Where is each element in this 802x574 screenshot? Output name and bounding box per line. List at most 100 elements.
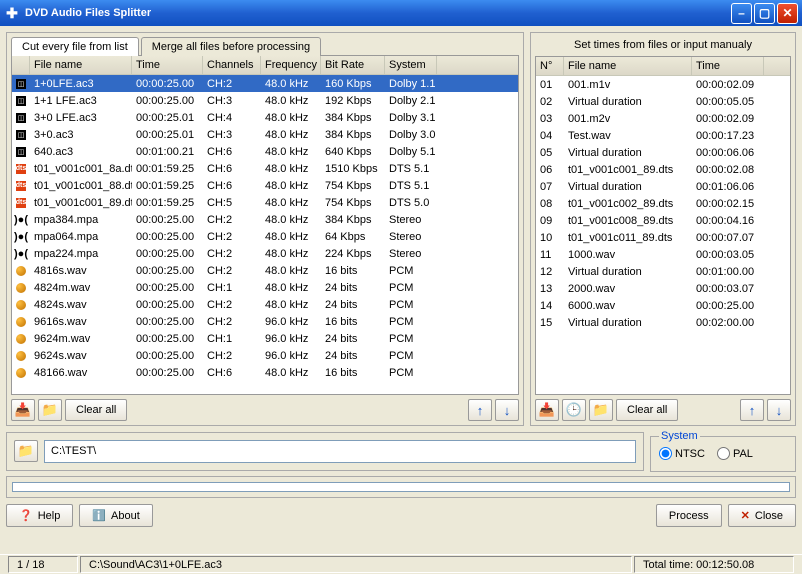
file-row[interactable]: dtst01_v001c001_88.dts00:01:59.25CH:648.…: [12, 177, 518, 194]
wav-icon: [16, 317, 26, 327]
cell-rtime: 00:00:02.09: [692, 78, 764, 92]
move-up-right-button[interactable]: ↑: [740, 399, 764, 421]
output-path-input[interactable]: [44, 440, 636, 463]
cell-filename: t01_v001c001_89.dts: [30, 196, 132, 210]
file-row[interactable]: 4816s.wav00:00:25.00CH:248.0 kHz16 bitsP…: [12, 262, 518, 279]
cell-rtime: 00:00:02.15: [692, 197, 764, 211]
file-row[interactable]: 4824s.wav00:00:25.00CH:248.0 kHz24 bitsP…: [12, 296, 518, 313]
time-row[interactable]: 04Test.wav00:00:17.23: [536, 127, 790, 144]
time-row[interactable]: 10t01_v001c011_89.dts00:00:07.07: [536, 229, 790, 246]
time-row[interactable]: 01001.m1v00:00:02.09: [536, 76, 790, 93]
pal-radio[interactable]: PAL: [717, 447, 753, 460]
cell-time: 00:00:25.01: [132, 128, 203, 142]
file-row[interactable]: 9616s.wav00:00:25.00CH:296.0 kHz16 bitsP…: [12, 313, 518, 330]
cell-channels: CH:2: [203, 298, 261, 312]
time-row[interactable]: 12Virtual duration00:01:00.00: [536, 263, 790, 280]
file-row[interactable]: 9624m.wav00:00:25.00CH:196.0 kHz24 bitsP…: [12, 330, 518, 347]
cell-filename: 4816s.wav: [30, 264, 132, 278]
cell-num: 15: [536, 316, 564, 330]
close-window-button[interactable]: ✕: [777, 3, 798, 24]
time-row[interactable]: 132000.wav00:00:03.07: [536, 280, 790, 297]
file-row[interactable]: )●(mpa384.mpa00:00:25.00CH:248.0 kHz384 …: [12, 211, 518, 228]
ntsc-radio[interactable]: NTSC: [659, 447, 705, 460]
move-down-left-button[interactable]: ↓: [495, 399, 519, 421]
col-rfilename[interactable]: File name: [564, 57, 692, 75]
browse-path-button[interactable]: 📁: [14, 440, 38, 462]
dolby-icon: ◫: [16, 147, 26, 157]
cell-channels: CH:2: [203, 315, 261, 329]
mpa-icon: )●(: [14, 231, 28, 243]
col-channels[interactable]: Channels: [203, 56, 261, 74]
file-row[interactable]: 48166.wav00:00:25.00CH:648.0 kHz16 bitsP…: [12, 364, 518, 381]
cell-rfilename: t01_v001c008_89.dts: [564, 214, 692, 228]
cell-rfilename: 001.m1v: [564, 78, 692, 92]
wav-icon: [16, 283, 26, 293]
file-list-grid[interactable]: File name Time Channels Frequency Bit Ra…: [11, 55, 519, 395]
times-grid[interactable]: N° File name Time 01001.m1v00:00:02.0902…: [535, 56, 791, 395]
file-row[interactable]: ◫3+0 LFE.ac300:00:25.01CH:448.0 kHz384 K…: [12, 109, 518, 126]
add-file-button[interactable]: 📥: [11, 399, 35, 421]
time-row[interactable]: 09t01_v001c008_89.dts00:00:04.16: [536, 212, 790, 229]
time-row[interactable]: 07Virtual duration00:01:06.06: [536, 178, 790, 195]
time-row[interactable]: 08t01_v001c002_89.dts00:00:02.15: [536, 195, 790, 212]
col-system[interactable]: System: [385, 56, 437, 74]
time-row[interactable]: 146000.wav00:00:25.00: [536, 297, 790, 314]
cell-num: 06: [536, 163, 564, 177]
file-row[interactable]: ◫1+1 LFE.ac300:00:25.00CH:348.0 kHz192 K…: [12, 92, 518, 109]
col-frequency[interactable]: Frequency: [261, 56, 321, 74]
time-row[interactable]: 111000.wav00:00:03.05: [536, 246, 790, 263]
time-row[interactable]: 02Virtual duration00:00:05.05: [536, 93, 790, 110]
file-row[interactable]: dtst01_v001c001_8a.dts00:01:59.25CH:648.…: [12, 160, 518, 177]
about-button[interactable]: ℹ️About: [79, 504, 152, 527]
close-icon: ✕: [741, 509, 750, 522]
time-row[interactable]: 15Virtual duration00:02:00.00: [536, 314, 790, 331]
cell-rtime: 00:00:25.00: [692, 299, 764, 313]
col-rtime[interactable]: Time: [692, 57, 764, 75]
tab-merge[interactable]: Merge all files before processing: [141, 37, 321, 56]
cell-bitrate: 384 Kbps: [321, 213, 385, 227]
move-up-left-button[interactable]: ↑: [468, 399, 492, 421]
file-row[interactable]: 9624s.wav00:00:25.00CH:296.0 kHz24 bitsP…: [12, 347, 518, 364]
dolby-icon: ◫: [16, 113, 26, 123]
wav-icon: [16, 334, 26, 344]
file-row[interactable]: ◫3+0.ac300:00:25.01CH:348.0 kHz384 KbpsD…: [12, 126, 518, 143]
process-button[interactable]: Process: [656, 504, 722, 527]
file-row[interactable]: ◫1+0LFE.ac300:00:25.00CH:248.0 kHz160 Kb…: [12, 75, 518, 92]
add-time-folder-button[interactable]: 📁: [589, 399, 613, 421]
tab-cut[interactable]: Cut every file from list: [11, 37, 139, 56]
clear-all-right-button[interactable]: Clear all: [616, 399, 678, 421]
col-num[interactable]: N°: [536, 57, 564, 75]
cell-channels: CH:4: [203, 111, 261, 125]
col-time[interactable]: Time: [132, 56, 203, 74]
cell-bitrate: 224 Kbps: [321, 247, 385, 261]
time-row[interactable]: 03001.m2v00:00:02.09: [536, 110, 790, 127]
dolby-icon: ◫: [16, 130, 26, 140]
maximize-button[interactable]: ▢: [754, 3, 775, 24]
add-time-file-button[interactable]: 📥: [535, 399, 559, 421]
clock-button[interactable]: 🕒: [562, 399, 586, 421]
col-bitrate[interactable]: Bit Rate: [321, 56, 385, 74]
help-button[interactable]: ❓Help: [6, 504, 73, 527]
left-panel: Cut every file from list Merge all files…: [6, 32, 524, 426]
status-index: 1 / 18: [8, 556, 78, 573]
cell-time: 00:00:25.00: [132, 77, 203, 91]
time-row[interactable]: 06t01_v001c001_89.dts00:00:02.08: [536, 161, 790, 178]
file-row[interactable]: dtst01_v001c001_89.dts00:01:59.25CH:548.…: [12, 194, 518, 211]
file-row[interactable]: )●(mpa224.mpa00:00:25.00CH:248.0 kHz224 …: [12, 245, 518, 262]
close-button[interactable]: ✕Close: [728, 504, 796, 527]
time-row[interactable]: 05Virtual duration00:00:06.06: [536, 144, 790, 161]
cell-filename: 3+0.ac3: [30, 128, 132, 142]
file-row[interactable]: )●(mpa064.mpa00:00:25.00CH:248.0 kHz64 K…: [12, 228, 518, 245]
add-folder-button[interactable]: 📁: [38, 399, 62, 421]
col-filename[interactable]: File name: [30, 56, 132, 74]
move-down-right-button[interactable]: ↓: [767, 399, 791, 421]
cell-filename: 1+1 LFE.ac3: [30, 94, 132, 108]
help-icon: ❓: [19, 509, 33, 522]
cell-rfilename: Test.wav: [564, 129, 692, 143]
file-row[interactable]: ◫640.ac300:01:00.21CH:648.0 kHz640 KbpsD…: [12, 143, 518, 160]
cell-time: 00:01:59.25: [132, 179, 203, 193]
file-row[interactable]: 4824m.wav00:00:25.00CH:148.0 kHz24 bitsP…: [12, 279, 518, 296]
clear-all-left-button[interactable]: Clear all: [65, 399, 127, 421]
cell-rtime: 00:01:06.06: [692, 180, 764, 194]
minimize-button[interactable]: –: [731, 3, 752, 24]
